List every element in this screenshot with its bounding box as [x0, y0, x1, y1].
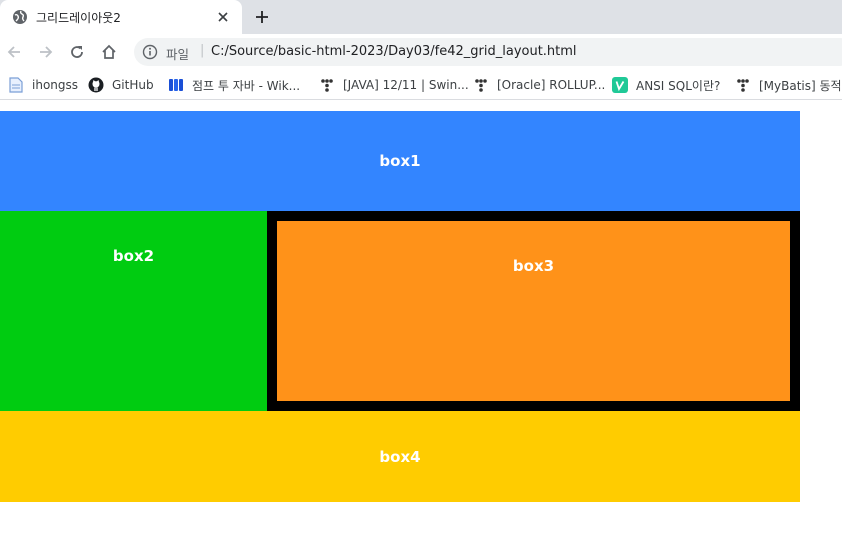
- bookmark-github[interactable]: GitHub: [88, 76, 154, 94]
- velog-icon: [612, 77, 628, 93]
- box1-label: box1: [379, 152, 421, 170]
- bookmark-java-swing[interactable]: [JAVA] 12/11 | Swin...: [319, 76, 469, 94]
- box2-label: box2: [112, 247, 155, 265]
- bookmark-label: ANSI SQL이란?: [636, 78, 721, 93]
- browser-toolbar: 파일 | C:/Source/basic-html-2023/Day03/fe4…: [0, 34, 842, 70]
- github-icon: [88, 77, 104, 93]
- tistory-icon: [473, 77, 489, 93]
- url-separator: |: [200, 43, 205, 58]
- bookmark-label: [MyBatis] 동적: [759, 78, 842, 93]
- bookmark-label: [JAVA] 12/11 | Swin...: [343, 78, 469, 92]
- bookmark-jump-to-java[interactable]: 점프 투 자바 - Wik...: [168, 76, 300, 94]
- box3-label: box3: [512, 257, 555, 275]
- url-text[interactable]: C:/Source/basic-html-2023/Day03/fe42_gri…: [211, 44, 577, 59]
- bookmark-mybatis[interactable]: [MyBatis] 동적: [735, 76, 842, 94]
- box4-label: box4: [379, 447, 421, 466]
- bookmark-ansi-sql[interactable]: ANSI SQL이란?: [612, 76, 720, 94]
- bookmark-label: GitHub: [112, 78, 154, 92]
- reload-icon[interactable]: [67, 42, 87, 62]
- box1: box1: [0, 111, 800, 211]
- plus-icon[interactable]: [252, 7, 272, 27]
- address-bar[interactable]: 파일 | C:/Source/basic-html-2023/Day03/fe4…: [134, 38, 842, 66]
- tistory-icon: [735, 77, 751, 93]
- globe-icon: [12, 9, 28, 25]
- grid-container: box1 box2 box3 box4: [0, 111, 800, 502]
- bookmark-label: 점프 투 자바 - Wik...: [192, 78, 301, 93]
- info-icon[interactable]: [142, 44, 158, 60]
- back-arrow-icon[interactable]: [4, 42, 24, 62]
- scheme-label: 파일: [166, 47, 190, 62]
- box4: box4: [0, 411, 800, 502]
- page-icon: [8, 77, 24, 93]
- bookmark-oracle-rollup[interactable]: [Oracle] ROLLUP...: [473, 76, 605, 94]
- book-icon: [168, 77, 184, 93]
- close-icon[interactable]: [214, 8, 232, 26]
- forward-arrow-icon[interactable]: [36, 42, 56, 62]
- tab-title: 그리드레이아웃2: [36, 11, 121, 25]
- tab-strip: 그리드레이아웃2: [0, 0, 842, 34]
- tistory-icon: [319, 77, 335, 93]
- box2: box2: [0, 211, 267, 411]
- browser-tab[interactable]: 그리드레이아웃2: [0, 0, 242, 34]
- bookmark-label: [Oracle] ROLLUP...: [497, 78, 606, 92]
- bookmark-ihongss[interactable]: ihongss: [8, 76, 78, 94]
- home-icon[interactable]: [99, 42, 119, 62]
- box3: box3: [267, 211, 800, 411]
- bookmarks-bar: ihongss GitHub 점프 투 자바 - Wik... [JAVA] 1…: [0, 70, 842, 100]
- bookmark-label: ihongss: [32, 78, 79, 92]
